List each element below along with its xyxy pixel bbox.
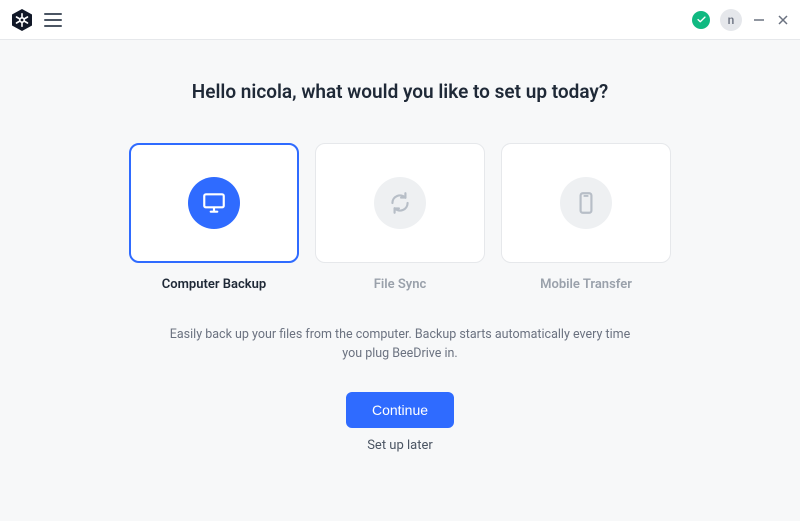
phone-icon (560, 177, 612, 229)
status-ok-icon (692, 11, 710, 29)
monitor-icon (188, 177, 240, 229)
main-content: Hello nicola, what would you like to set… (0, 40, 800, 453)
setup-later-link[interactable]: Set up later (367, 438, 433, 453)
window-minimize-icon[interactable] (752, 13, 766, 27)
option-cards: Computer Backup File Sync (129, 143, 671, 292)
card-label: Computer Backup (162, 277, 266, 292)
option-computer-backup: Computer Backup (129, 143, 299, 292)
window-close-icon[interactable] (776, 13, 790, 27)
page-title: Hello nicola, what would you like to set… (192, 80, 608, 103)
card-mobile-transfer[interactable] (501, 143, 671, 263)
continue-button[interactable]: Continue (346, 392, 454, 428)
option-mobile-transfer: Mobile Transfer (501, 143, 671, 292)
actions: Continue Set up later (346, 392, 454, 453)
card-label: Mobile Transfer (540, 277, 632, 292)
user-avatar[interactable]: n (720, 9, 742, 31)
titlebar: n (0, 0, 800, 40)
card-file-sync[interactable] (315, 143, 485, 263)
menu-icon[interactable] (44, 13, 62, 27)
option-file-sync: File Sync (315, 143, 485, 292)
app-logo-icon (10, 8, 34, 32)
card-computer-backup[interactable] (129, 143, 299, 263)
sync-icon (374, 177, 426, 229)
card-label: File Sync (374, 277, 427, 292)
option-description: Easily back up your files from the compu… (160, 326, 640, 364)
